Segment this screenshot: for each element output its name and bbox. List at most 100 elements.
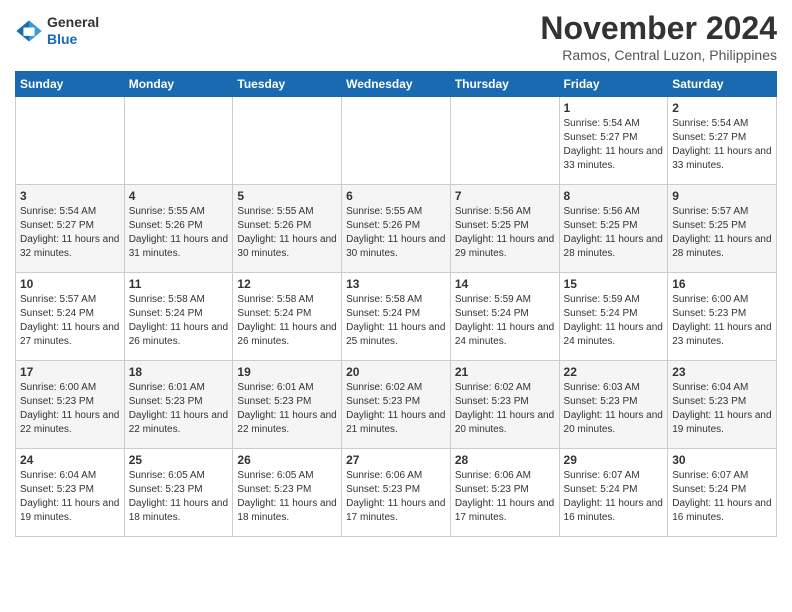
day-info: Sunrise: 5:54 AMSunset: 5:27 PMDaylight:…: [672, 117, 772, 173]
day-of-week-header: Thursday: [450, 72, 559, 97]
calendar-day-cell: 2Sunrise: 5:54 AMSunset: 5:27 PMDaylight…: [668, 97, 777, 185]
day-info: Sunrise: 5:58 AMSunset: 5:24 PMDaylight:…: [346, 293, 446, 349]
calendar-day-cell: 18 Sunrise: 6:01 AMSunset: 5:23 PMDayligh…: [124, 361, 233, 449]
day-number: 28: [455, 453, 555, 467]
calendar-day-cell: 17 Sunrise: 6:00 AMSunset: 5:23 PMDayligh…: [16, 361, 125, 449]
calendar-day-cell: 4 Sunrise: 5:55 AMSunset: 5:26 PMDaylight…: [124, 185, 233, 273]
calendar-day-cell: 20Sunrise: 6:02 AMSunset: 5:23 PMDayligh…: [342, 361, 451, 449]
day-info: Sunrise: 5:54 AMSunset: 5:27 PMDaylight:…: [564, 117, 664, 173]
day-info: Sunrise: 5:55 AMSunset: 5:26 PMDaylight:…: [346, 205, 446, 261]
calendar-week-row: 24 Sunrise: 6:04 AMSunset: 5:23 PMDayligh…: [16, 449, 777, 537]
day-number: 12: [237, 277, 337, 291]
day-number: 11: [129, 277, 229, 291]
day-number: 1: [564, 101, 664, 115]
title-block: November 2024 Ramos, Central Luzon, Phil…: [540, 10, 777, 63]
calendar-day-cell: 6Sunrise: 5:55 AMSunset: 5:26 PMDaylight…: [342, 185, 451, 273]
calendar-table: SundayMondayTuesdayWednesdayThursdayFrid…: [15, 71, 777, 537]
day-number: 29: [564, 453, 664, 467]
day-number: 30: [672, 453, 772, 467]
day-number: 4: [129, 189, 229, 203]
day-of-week-header: Saturday: [668, 72, 777, 97]
calendar-day-cell: 14 Sunrise: 5:59 AMSunset: 5:24 PMDayligh…: [450, 273, 559, 361]
day-number: 22: [564, 365, 664, 379]
logo-icon: [15, 17, 43, 45]
day-info: Sunrise: 5:59 AMSunset: 5:24 PMDaylight:…: [455, 293, 555, 349]
day-number: 20: [346, 365, 446, 379]
calendar-day-cell: 3 Sunrise: 5:54 AMSunset: 5:27 PMDaylight…: [16, 185, 125, 273]
day-number: 13: [346, 277, 446, 291]
day-number: 24: [20, 453, 120, 467]
calendar-day-cell: 16Sunrise: 6:00 AMSunset: 5:23 PMDayligh…: [668, 273, 777, 361]
day-number: 18: [129, 365, 229, 379]
day-number: 5: [237, 189, 337, 203]
calendar-day-cell: 7 Sunrise: 5:56 AMSunset: 5:25 PMDaylight…: [450, 185, 559, 273]
day-info: Sunrise: 6:07 AMSunset: 5:24 PMDaylight:…: [672, 469, 772, 525]
day-info: Sunrise: 6:05 AMSunset: 5:23 PMDaylight:…: [129, 469, 229, 525]
day-of-week-header: Monday: [124, 72, 233, 97]
calendar-header: SundayMondayTuesdayWednesdayThursdayFrid…: [16, 72, 777, 97]
location: Ramos, Central Luzon, Philippines: [540, 47, 777, 63]
calendar-day-cell: 23 Sunrise: 6:04 AMSunset: 5:23 PMDayligh…: [668, 361, 777, 449]
logo-general: General: [47, 14, 99, 30]
day-number: 14: [455, 277, 555, 291]
day-info: Sunrise: 5:56 AMSunset: 5:25 PMDaylight:…: [455, 205, 555, 261]
day-info: Sunrise: 6:07 AMSunset: 5:24 PMDaylight:…: [564, 469, 664, 525]
day-number: 3: [20, 189, 120, 203]
calendar-day-cell: 21 Sunrise: 6:02 AMSunset: 5:23 PMDayligh…: [450, 361, 559, 449]
day-number: 10: [20, 277, 120, 291]
calendar-day-cell: [342, 97, 451, 185]
day-number: 8: [564, 189, 664, 203]
day-info: Sunrise: 6:06 AMSunset: 5:23 PMDaylight:…: [346, 469, 446, 525]
calendar-day-cell: 24 Sunrise: 6:04 AMSunset: 5:23 PMDayligh…: [16, 449, 125, 537]
day-number: 7: [455, 189, 555, 203]
calendar-day-cell: 27 Sunrise: 6:06 AMSunset: 5:23 PMDayligh…: [342, 449, 451, 537]
calendar-day-cell: [233, 97, 342, 185]
calendar-day-cell: 25Sunrise: 6:05 AMSunset: 5:23 PMDayligh…: [124, 449, 233, 537]
day-info: Sunrise: 6:01 AMSunset: 5:23 PMDaylight:…: [129, 381, 229, 437]
day-of-week-header: Tuesday: [233, 72, 342, 97]
logo-text: General Blue: [47, 14, 99, 48]
calendar-day-cell: [124, 97, 233, 185]
day-of-week-header: Friday: [559, 72, 668, 97]
calendar-day-cell: 30 Sunrise: 6:07 AMSunset: 5:24 PMDayligh…: [668, 449, 777, 537]
calendar-day-cell: 12 Sunrise: 5:58 AMSunset: 5:24 PMDayligh…: [233, 273, 342, 361]
day-info: Sunrise: 6:05 AMSunset: 5:23 PMDaylight:…: [237, 469, 337, 525]
day-info: Sunrise: 6:03 AMSunset: 5:23 PMDaylight:…: [564, 381, 664, 437]
day-info: Sunrise: 5:54 AMSunset: 5:27 PMDaylight:…: [20, 205, 120, 261]
day-info: Sunrise: 5:58 AMSunset: 5:24 PMDaylight:…: [237, 293, 337, 349]
header-row: SundayMondayTuesdayWednesdayThursdayFrid…: [16, 72, 777, 97]
calendar-day-cell: 26 Sunrise: 6:05 AMSunset: 5:23 PMDayligh…: [233, 449, 342, 537]
calendar-day-cell: 29 Sunrise: 6:07 AMSunset: 5:24 PMDayligh…: [559, 449, 668, 537]
calendar-week-row: 1 Sunrise: 5:54 AMSunset: 5:27 PMDaylight…: [16, 97, 777, 185]
day-number: 19: [237, 365, 337, 379]
day-info: Sunrise: 5:55 AMSunset: 5:26 PMDaylight:…: [129, 205, 229, 261]
day-info: Sunrise: 6:01 AMSunset: 5:23 PMDaylight:…: [237, 381, 337, 437]
day-info: Sunrise: 6:00 AMSunset: 5:23 PMDaylight:…: [20, 381, 120, 437]
page-header: General Blue November 2024 Ramos, Centra…: [15, 10, 777, 63]
day-number: 17: [20, 365, 120, 379]
calendar-day-cell: 11 Sunrise: 5:58 AMSunset: 5:24 PMDayligh…: [124, 273, 233, 361]
calendar-day-cell: 19 Sunrise: 6:01 AMSunset: 5:23 PMDayligh…: [233, 361, 342, 449]
day-number: 15: [564, 277, 664, 291]
day-info: Sunrise: 6:04 AMSunset: 5:23 PMDaylight:…: [672, 381, 772, 437]
day-info: Sunrise: 6:00 AMSunset: 5:23 PMDaylight:…: [672, 293, 772, 349]
calendar-day-cell: [450, 97, 559, 185]
day-info: Sunrise: 6:04 AMSunset: 5:23 PMDaylight:…: [20, 469, 120, 525]
day-info: Sunrise: 5:59 AMSunset: 5:24 PMDaylight:…: [564, 293, 664, 349]
day-info: Sunrise: 5:55 AMSunset: 5:26 PMDaylight:…: [237, 205, 337, 261]
day-info: Sunrise: 5:58 AMSunset: 5:24 PMDaylight:…: [129, 293, 229, 349]
calendar-day-cell: 9Sunrise: 5:57 AMSunset: 5:25 PMDaylight…: [668, 185, 777, 273]
day-info: Sunrise: 6:02 AMSunset: 5:23 PMDaylight:…: [455, 381, 555, 437]
day-of-week-header: Wednesday: [342, 72, 451, 97]
calendar-day-cell: 22 Sunrise: 6:03 AMSunset: 5:23 PMDayligh…: [559, 361, 668, 449]
calendar-day-cell: 1 Sunrise: 5:54 AMSunset: 5:27 PMDaylight…: [559, 97, 668, 185]
calendar-day-cell: 8Sunrise: 5:56 AMSunset: 5:25 PMDaylight…: [559, 185, 668, 273]
day-number: 21: [455, 365, 555, 379]
calendar-day-cell: 5 Sunrise: 5:55 AMSunset: 5:26 PMDaylight…: [233, 185, 342, 273]
day-number: 26: [237, 453, 337, 467]
logo: General Blue: [15, 10, 99, 48]
day-number: 23: [672, 365, 772, 379]
day-number: 27: [346, 453, 446, 467]
calendar-day-cell: 15 Sunrise: 5:59 AMSunset: 5:24 PMDayligh…: [559, 273, 668, 361]
day-of-week-header: Sunday: [16, 72, 125, 97]
